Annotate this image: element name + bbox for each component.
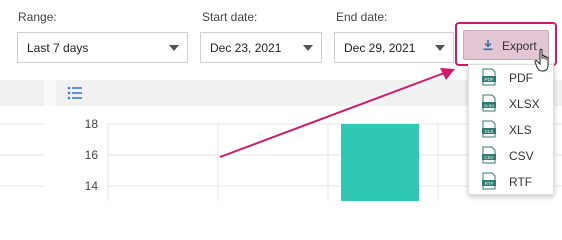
export-menu-label: XLS (509, 123, 532, 137)
chevron-down-icon (303, 45, 313, 51)
svg-text:PDF: PDF (484, 77, 493, 82)
export-menu: PDF PDF XLSX XLSX XLS XLS CSV CSV RTF RT… (468, 64, 554, 195)
end-date-select[interactable]: Dec 29, 2021 (334, 32, 454, 63)
start-date-select[interactable]: Dec 23, 2021 (200, 32, 322, 63)
range-select[interactable]: Last 7 days (17, 32, 188, 63)
hand-cursor-icon (534, 48, 549, 72)
range-value: Last 7 days (27, 41, 89, 55)
csv-file-icon: CSV (482, 146, 496, 164)
y-tick-18: 18 (85, 117, 99, 131)
pdf-file-icon: PDF (482, 68, 496, 86)
svg-text:CSV: CSV (484, 155, 494, 160)
chart-bar (341, 124, 419, 201)
export-menu-label: PDF (509, 71, 533, 85)
export-menu-label: RTF (509, 175, 533, 189)
y-tick-14: 14 (85, 179, 99, 193)
start-date-value: Dec 23, 2021 (210, 41, 282, 55)
start-date-label: Start date: (202, 10, 258, 24)
download-icon (483, 40, 493, 51)
chevron-down-icon (169, 45, 179, 51)
export-button-label: Export (502, 39, 537, 53)
range-label: Range: (18, 10, 57, 24)
export-menu-label: CSV (509, 149, 534, 163)
svg-text:XLSX: XLSX (484, 103, 495, 108)
y-tick-16: 16 (85, 148, 99, 162)
svg-text:XLS: XLS (485, 129, 494, 134)
export-menu-item-csv[interactable]: CSV CSV (469, 143, 555, 169)
chevron-down-icon (435, 45, 445, 51)
rtf-file-icon: RTF (482, 172, 496, 190)
export-menu-item-xlsx[interactable]: XLSX XLSX (469, 91, 555, 117)
end-date-label: End date: (336, 10, 388, 24)
svg-text:RTF: RTF (485, 181, 494, 186)
export-menu-label: XLSX (509, 97, 540, 111)
xlsx-file-icon: XLSX (482, 94, 496, 112)
xls-file-icon: XLS (482, 120, 496, 138)
export-menu-item-rtf[interactable]: RTF RTF (469, 169, 555, 195)
left-panel-header (0, 80, 44, 106)
end-date-value: Dec 29, 2021 (344, 41, 416, 55)
export-menu-item-xls[interactable]: XLS XLS (469, 117, 555, 143)
list-icon[interactable] (67, 85, 83, 101)
